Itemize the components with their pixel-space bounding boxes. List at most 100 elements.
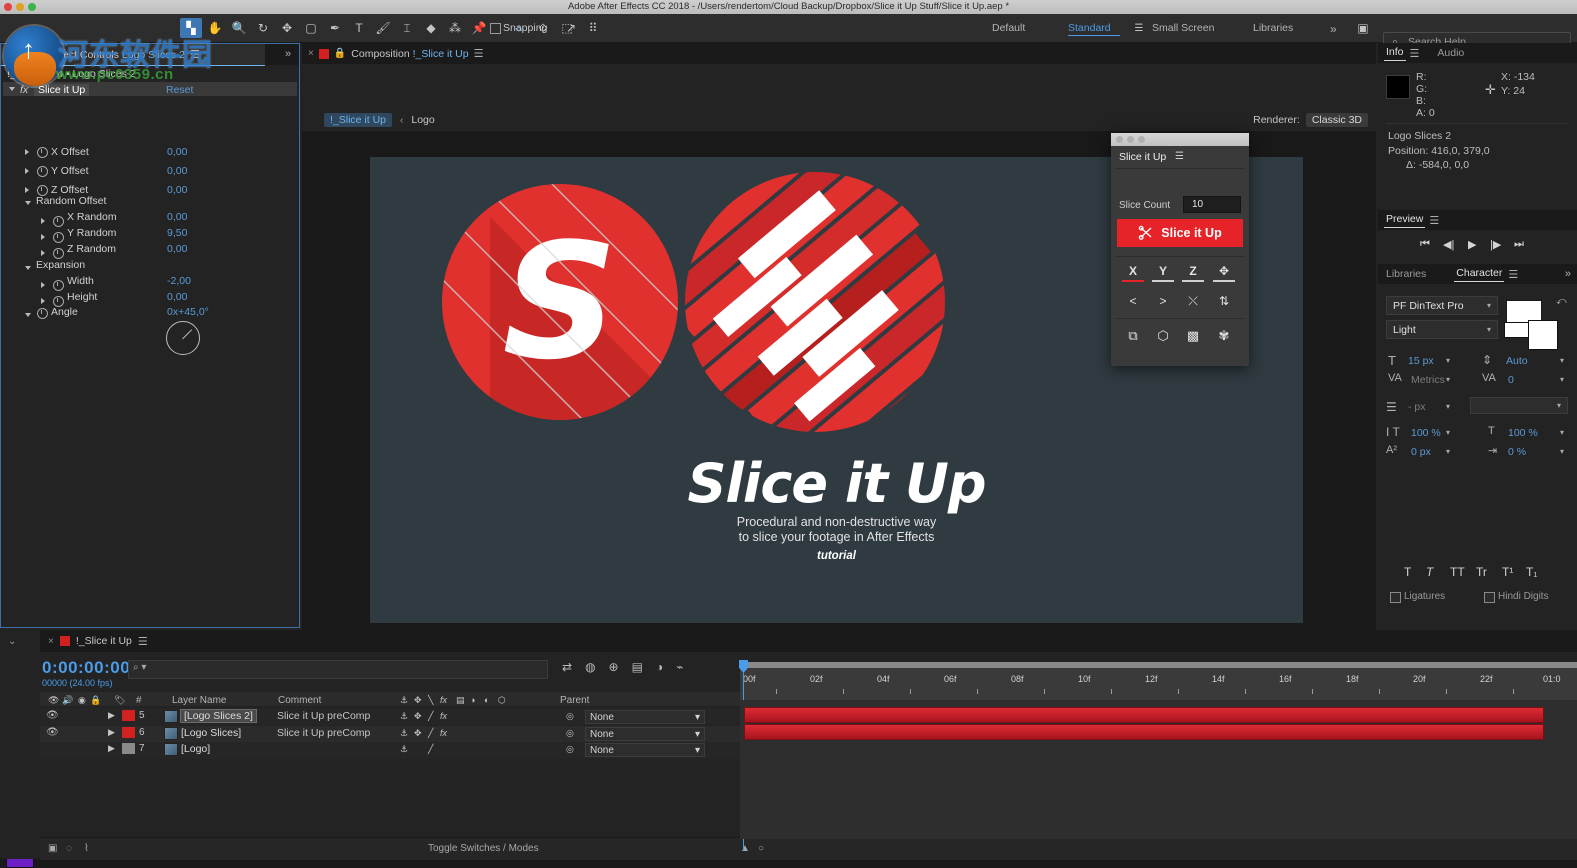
layer-switch-quality-3[interactable]: ╱: [428, 744, 433, 755]
layer-comment-1[interactable]: Slice it Up preComp: [277, 710, 370, 722]
prop-disclosure-z-offset[interactable]: [25, 187, 29, 193]
panel-expand-icon[interactable]: »: [1565, 268, 1571, 280]
next-frame-icon[interactable]: |▶: [1490, 238, 1501, 251]
layer-bar-2[interactable]: [744, 724, 1544, 740]
layer-switch-collapse-1[interactable]: ✥: [414, 711, 422, 722]
layer-switch-fx-1[interactable]: fx: [440, 711, 447, 721]
timeline-zoom-slider[interactable]: ○: [758, 843, 764, 854]
tab-character[interactable]: Character: [1454, 267, 1505, 282]
angle-dial-control[interactable]: [166, 321, 200, 355]
axis-x-button[interactable]: X: [1123, 264, 1143, 278]
prop-disclosure-angle[interactable]: [25, 313, 31, 317]
snap-align-icon[interactable]: ↗: [560, 18, 582, 38]
stopwatch-y-offset[interactable]: [37, 166, 48, 177]
hide-shy-layers-icon[interactable]: ⊕: [609, 660, 619, 674]
panel-menu-icon[interactable]: ☰: [474, 47, 484, 60]
brush-tool[interactable]: 🖌: [372, 18, 394, 38]
close-icon[interactable]: ×: [48, 636, 54, 647]
horizontal-scale-dropdown-icon[interactable]: ▾: [1560, 428, 1564, 437]
workspace-layout-icon[interactable]: ▣: [1352, 18, 1374, 38]
precompose-icon[interactable]: ▩: [1182, 328, 1204, 344]
layer-switch-collapse-2[interactable]: ✥: [414, 728, 422, 739]
shuffle-icon[interactable]: ⤬: [1183, 294, 1203, 309]
shape-tool[interactable]: ▢: [300, 18, 322, 38]
prop-value-z-random[interactable]: 0,00: [167, 243, 187, 255]
prop-value-x-offset[interactable]: 0,00: [167, 146, 187, 158]
subscript-button[interactable]: T₁: [1526, 565, 1537, 579]
workspace-libraries[interactable]: Libraries: [1253, 22, 1293, 34]
timeline-search-input[interactable]: ⌕ ▾: [128, 660, 548, 679]
hand-tool[interactable]: ✋: [204, 18, 226, 38]
workspace-standard[interactable]: Standard: [1068, 22, 1111, 34]
play-icon[interactable]: ▶: [1468, 238, 1476, 251]
tab-audio[interactable]: Audio: [1435, 47, 1466, 59]
graph-editor-status-icon[interactable]: ⌇: [84, 843, 89, 854]
leading-dropdown-icon[interactable]: ▾: [1560, 356, 1564, 365]
snap-grid-icon[interactable]: ⠿: [582, 18, 604, 38]
pen-tool[interactable]: ✒: [324, 18, 346, 38]
layer-switch-shy-1[interactable]: ⚓: [400, 711, 408, 722]
all-caps-button[interactable]: TT: [1450, 565, 1465, 579]
stopwatch-angle[interactable]: [37, 308, 48, 319]
composition-tab[interactable]: × 🔒 Composition !_Slice it Up ☰: [308, 43, 483, 64]
font-family-select[interactable]: PF DinText Pro ▾: [1386, 296, 1498, 315]
group-disclosure-random-offset[interactable]: [25, 201, 31, 205]
renderer-value[interactable]: Classic 3D: [1305, 113, 1368, 127]
text-stroke-swatch[interactable]: [1528, 320, 1558, 350]
faux-italic-button[interactable]: T: [1426, 565, 1433, 579]
panel-maximize-button[interactable]: [1138, 136, 1145, 143]
prop-disclosure-y-random[interactable]: [41, 234, 45, 240]
baseline-shift-value[interactable]: 0 px: [1411, 446, 1431, 458]
last-frame-icon[interactable]: ⏭: [1514, 238, 1524, 251]
font-size-dropdown-icon[interactable]: ▾: [1446, 356, 1450, 365]
selection-tool[interactable]: ▚: [180, 18, 202, 38]
font-style-select[interactable]: Light ▾: [1386, 320, 1498, 339]
layer-switch-shy-3[interactable]: ⚓: [400, 744, 408, 755]
layer-disclosure-3[interactable]: ▶: [108, 743, 115, 754]
layer-parent-select-2[interactable]: None ▾: [585, 727, 705, 741]
type-tool[interactable]: T: [348, 18, 370, 38]
faux-bold-button[interactable]: T: [1404, 565, 1411, 579]
stroke-color-swatch[interactable]: [1504, 322, 1530, 338]
lock-icon[interactable]: 🔒: [33, 49, 45, 60]
layer-name-2[interactable]: [Logo Slices]: [181, 727, 241, 739]
axis-y-button[interactable]: Y: [1153, 264, 1173, 278]
workspace-small-screen[interactable]: Small Screen: [1152, 22, 1214, 34]
layer-name-1[interactable]: [Logo Slices 2]: [180, 709, 257, 723]
prop-value-y-random[interactable]: 9,50: [167, 227, 187, 239]
first-frame-icon[interactable]: ⏮: [1420, 238, 1430, 251]
timeline-ruler[interactable]: 00f 02f 04f 06f 08f 10f 12f 14f 16f 18f …: [740, 668, 1577, 700]
horizontal-scale-value[interactable]: 100 %: [1508, 427, 1538, 439]
prop-disclosure-width[interactable]: [41, 282, 45, 288]
clone-stamp-tool[interactable]: ⌶: [396, 18, 418, 38]
timeline-track-area[interactable]: [740, 700, 1577, 839]
layer-parent-pickwhip-3[interactable]: ◎: [566, 744, 574, 755]
layer-parent-pickwhip-1[interactable]: ◎: [566, 711, 574, 722]
graph-editor-icon[interactable]: ⌁: [676, 660, 683, 674]
layer-parent-pickwhip-2[interactable]: ◎: [566, 728, 574, 739]
panel-menu-icon[interactable]: ☰: [1429, 214, 1439, 227]
tab-libraries[interactable]: Libraries: [1384, 268, 1428, 280]
timeline-tab[interactable]: × !_Slice it Up ☰: [48, 630, 148, 652]
layer-bar-1[interactable]: [744, 707, 1544, 723]
prop-value-height[interactable]: 0,00: [167, 291, 187, 303]
zoom-tool[interactable]: 🔍: [228, 18, 250, 38]
lock-icon[interactable]: 🔒: [334, 48, 346, 59]
panel-menu-icon[interactable]: ☰: [1508, 268, 1518, 281]
tab-info[interactable]: Info: [1384, 46, 1406, 61]
prop-disclosure-x-random[interactable]: [41, 218, 45, 224]
kerning-value[interactable]: Metrics: [1411, 374, 1445, 386]
axis-z-button[interactable]: Z: [1183, 264, 1203, 278]
snapping-checkbox[interactable]: [490, 23, 501, 34]
slice-count-input[interactable]: 10: [1183, 196, 1241, 213]
tsume-value[interactable]: 0 %: [1508, 446, 1526, 458]
workspace-menu-icon[interactable]: ☰: [1128, 18, 1150, 38]
prop-disclosure-height[interactable]: [41, 298, 45, 304]
close-icon[interactable]: ×: [308, 48, 314, 59]
tsume-dropdown-icon[interactable]: ▾: [1560, 447, 1564, 456]
motion-blur-icon[interactable]: ◑: [656, 660, 663, 674]
prop-value-angle[interactable]: 0x+45,0°: [167, 306, 209, 318]
timeline-timecode[interactable]: 0:00:00:00: [42, 658, 130, 678]
baseline-shift-dropdown-icon[interactable]: ▾: [1446, 447, 1450, 456]
effect-controls-tab[interactable]: × 🔒 Effect Controls Logo Slices 2 ☰: [1, 44, 265, 66]
